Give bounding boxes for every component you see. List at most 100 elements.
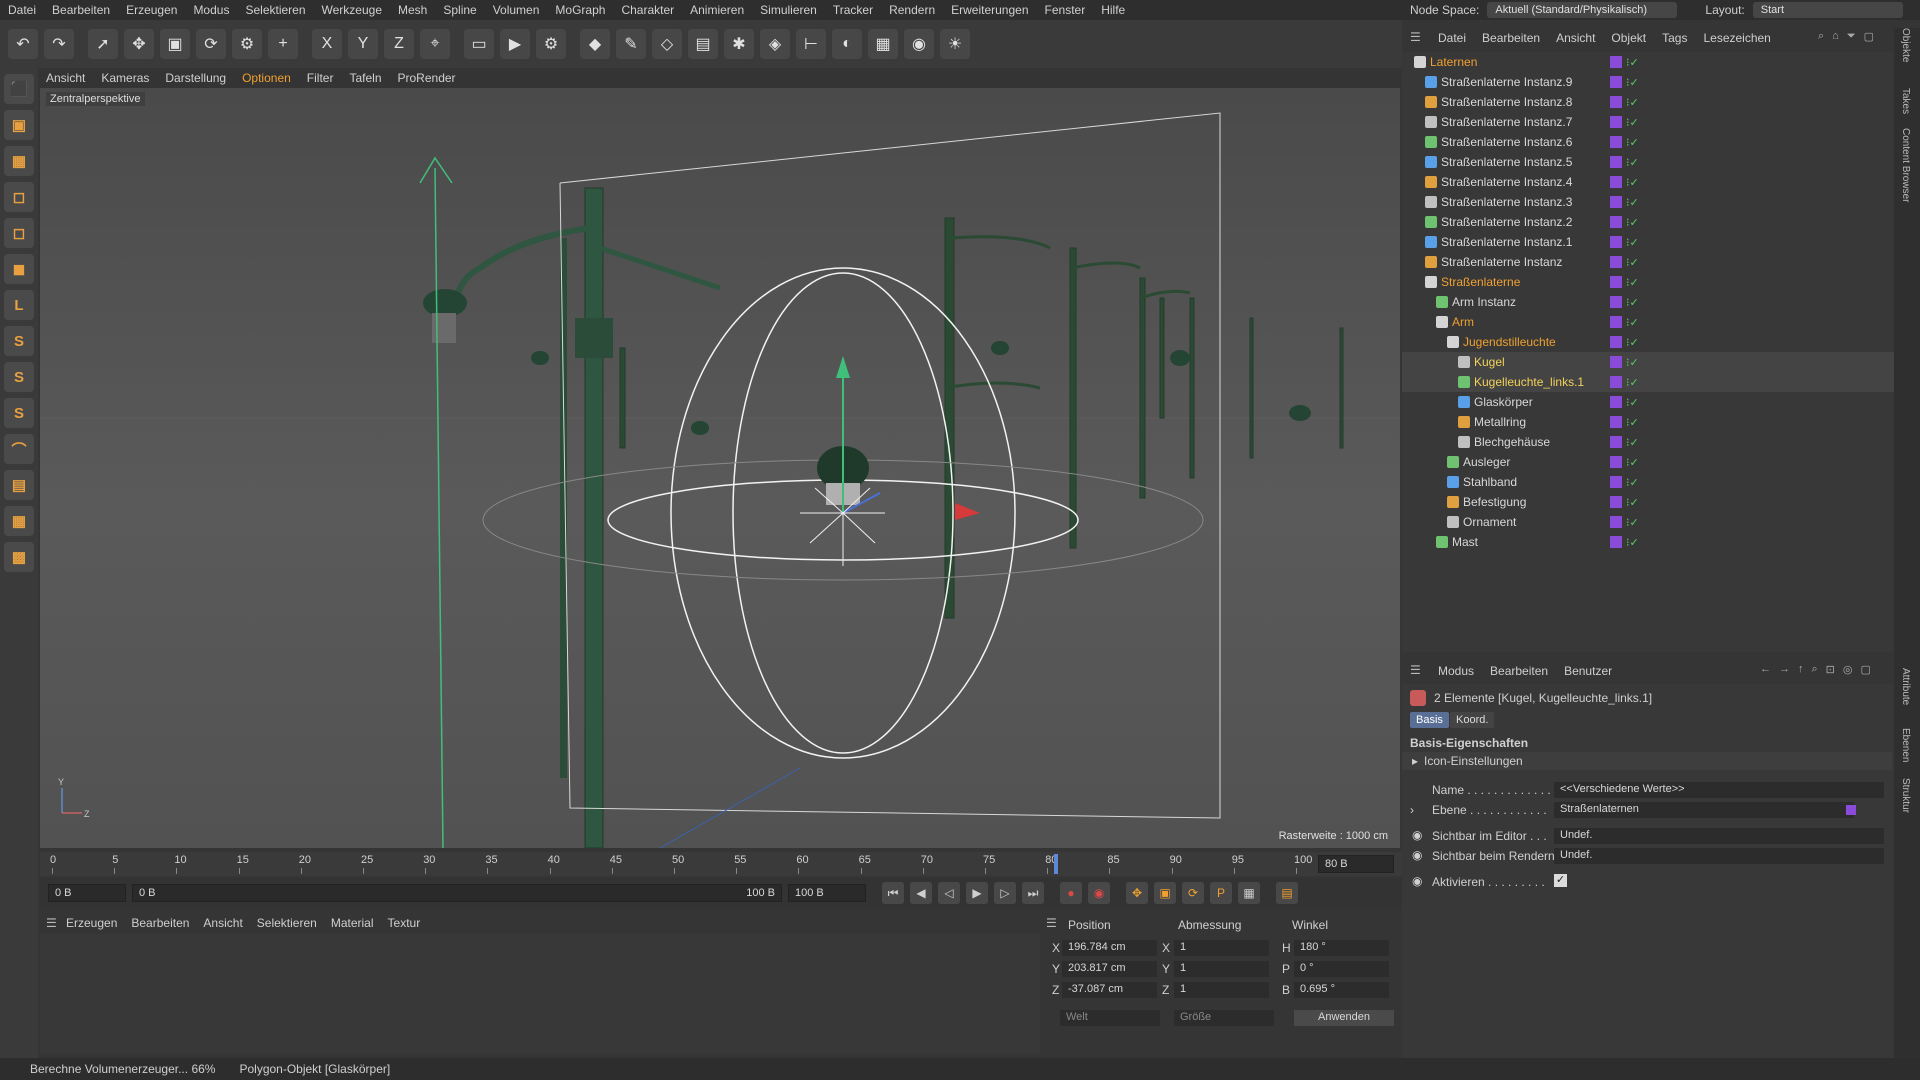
viewport-menu-item-6[interactable]: ProRender bbox=[398, 71, 456, 85]
object-row[interactable]: Kugelleuchte_links.1 ⁝✓ bbox=[1402, 372, 1894, 392]
snap-grid-icon[interactable]: S bbox=[4, 398, 34, 428]
key-position-icon[interactable]: ✥ bbox=[1126, 882, 1148, 904]
cloner-icon[interactable]: ✱ bbox=[724, 29, 754, 59]
menu-item-0[interactable]: Datei bbox=[8, 3, 36, 17]
object-row[interactable]: Arm ⁝✓ bbox=[1402, 312, 1894, 332]
autokey-icon[interactable]: ◉ bbox=[1088, 882, 1110, 904]
workplane-icon[interactable]: ▤ bbox=[4, 470, 34, 500]
visibility-check-icon[interactable]: ⁝✓ bbox=[1626, 296, 1639, 309]
attributes-hamburger-icon[interactable]: ☰ bbox=[1410, 663, 1421, 677]
menu-item-4[interactable]: Selektieren bbox=[245, 3, 305, 17]
object-row[interactable]: Straßenlaterne Instanz.1 ⁝✓ bbox=[1402, 232, 1894, 252]
visibility-check-icon[interactable]: ⁝✓ bbox=[1626, 496, 1639, 509]
layer-swatch[interactable] bbox=[1610, 516, 1622, 528]
position-field[interactable]: -37.087 cm bbox=[1062, 982, 1157, 998]
visibility-check-icon[interactable]: ⁝✓ bbox=[1626, 196, 1639, 209]
side-tab[interactable]: Attribute bbox=[1900, 668, 1911, 705]
layer-swatch[interactable] bbox=[1610, 256, 1622, 268]
visibility-check-icon[interactable]: ⁝✓ bbox=[1626, 236, 1639, 249]
size-field[interactable]: 1 bbox=[1174, 982, 1269, 998]
transform-tool-icon[interactable]: + bbox=[268, 29, 298, 59]
layer-swatch[interactable] bbox=[1610, 316, 1622, 328]
pen-icon[interactable]: ✎ bbox=[616, 29, 646, 59]
layer-swatch[interactable] bbox=[1610, 376, 1622, 388]
menu-item-10[interactable]: Charakter bbox=[621, 3, 674, 17]
snap-icon[interactable]: S bbox=[4, 326, 34, 356]
material-menu-item-0[interactable]: Erzeugen bbox=[66, 916, 117, 930]
visibility-check-icon[interactable]: ⁝✓ bbox=[1626, 56, 1639, 69]
layer-expand-icon[interactable]: › bbox=[1410, 803, 1414, 817]
record-icon[interactable]: ● bbox=[1060, 882, 1082, 904]
menu-item-3[interactable]: Modus bbox=[193, 3, 229, 17]
x-axis-icon[interactable]: X bbox=[312, 29, 342, 59]
layer-swatch[interactable] bbox=[1610, 416, 1622, 428]
goto-start-icon[interactable]: ⏮ bbox=[882, 882, 904, 904]
side-tab[interactable]: Ebenen bbox=[1900, 728, 1911, 762]
tab-basis[interactable]: Basis bbox=[1410, 712, 1449, 728]
back-arrow-icon[interactable]: ← bbox=[1760, 663, 1771, 676]
key-scale-icon[interactable]: ▣ bbox=[1154, 882, 1176, 904]
edge-mode-icon[interactable]: ◻ bbox=[4, 218, 34, 248]
next-key-icon[interactable]: ▷ bbox=[994, 882, 1016, 904]
layer-swatch[interactable] bbox=[1610, 136, 1622, 148]
menu-item-15[interactable]: Erweiterungen bbox=[951, 3, 1028, 17]
node-space-dropdown[interactable]: Aktuell (Standard/Physikalisch) bbox=[1487, 2, 1678, 18]
new-window-icon[interactable]: ▢ bbox=[1861, 663, 1871, 676]
visibility-check-icon[interactable]: ⁝✓ bbox=[1626, 76, 1639, 89]
viewport-menu-item-5[interactable]: Tafeln bbox=[349, 71, 381, 85]
coords-hamburger-icon[interactable]: ☰ bbox=[1046, 916, 1057, 930]
rotation-field[interactable]: 180 ° bbox=[1294, 940, 1389, 956]
make-editable-icon[interactable]: ⬛ bbox=[4, 74, 34, 104]
home-icon[interactable]: ⌂ bbox=[1832, 30, 1839, 43]
layer-swatch[interactable] bbox=[1610, 276, 1622, 288]
visibility-check-icon[interactable]: ⁝✓ bbox=[1626, 336, 1639, 349]
object-row[interactable]: Ausleger ⁝✓ bbox=[1402, 452, 1894, 472]
object-row[interactable]: Glaskörper ⁝✓ bbox=[1402, 392, 1894, 412]
start-frame-field[interactable]: 0 B bbox=[48, 884, 126, 902]
cube-icon[interactable]: ◆ bbox=[580, 29, 610, 59]
timeline-ruler[interactable]: 0 5 10 15 20 25 30 35 40 45 50 55 60 65 70 75 80 85 90 95 10… bbox=[40, 852, 1402, 876]
attributes-menu-item-2[interactable]: Benutzer bbox=[1564, 664, 1612, 678]
object-row[interactable]: Laternen ⁝✓ bbox=[1402, 52, 1894, 72]
menu-item-1[interactable]: Bearbeiten bbox=[52, 3, 110, 17]
icon-settings-row[interactable]: ▸ Icon-Einstellungen bbox=[1402, 752, 1892, 770]
editor-visibility-radio[interactable]: ◉ bbox=[1412, 828, 1422, 842]
menu-item-13[interactable]: Tracker bbox=[833, 3, 873, 17]
grid-icon[interactable]: ▦ bbox=[4, 506, 34, 536]
side-tab[interactable]: Content Browser bbox=[1900, 128, 1911, 202]
snap-settings-icon[interactable]: S bbox=[4, 362, 34, 392]
search-icon[interactable]: ⌕ bbox=[1818, 30, 1824, 43]
object-row[interactable]: Metallring ⁝✓ bbox=[1402, 412, 1894, 432]
layer-field[interactable]: Straßenlaternen bbox=[1554, 802, 1854, 818]
render-view-icon[interactable]: ▶ bbox=[500, 29, 530, 59]
tab-koord[interactable]: Koord. bbox=[1450, 712, 1495, 728]
mograph-icon[interactable]: ◈ bbox=[760, 29, 790, 59]
visibility-check-icon[interactable]: ⁝✓ bbox=[1626, 216, 1639, 229]
size-field[interactable]: 1 bbox=[1174, 961, 1269, 977]
scale-tool-icon[interactable]: ▣ bbox=[160, 29, 190, 59]
menu-item-5[interactable]: Werkzeuge bbox=[322, 3, 382, 17]
layer-swatch[interactable] bbox=[1610, 336, 1622, 348]
side-tab[interactable]: Struktur bbox=[1900, 778, 1911, 813]
search-icon[interactable]: ⌕ bbox=[1812, 663, 1818, 676]
object-row[interactable]: Straßenlaterne Instanz ⁝✓ bbox=[1402, 252, 1894, 272]
render-region-icon[interactable]: ▭ bbox=[464, 29, 494, 59]
hamburger-icon[interactable]: ☰ bbox=[46, 916, 57, 930]
visibility-check-icon[interactable]: ⁝✓ bbox=[1626, 176, 1639, 189]
objects-menu-item-4[interactable]: Tags bbox=[1662, 31, 1687, 45]
key-param-icon[interactable]: P bbox=[1210, 882, 1232, 904]
layer-swatch[interactable] bbox=[1610, 56, 1622, 68]
visibility-check-icon[interactable]: ⁝✓ bbox=[1626, 96, 1639, 109]
objects-menu-item-3[interactable]: Objekt bbox=[1611, 31, 1646, 45]
material-manager[interactable] bbox=[40, 934, 1040, 1054]
object-row[interactable]: Mast ⁝✓ bbox=[1402, 532, 1894, 552]
attributes-menu-item-1[interactable]: Bearbeiten bbox=[1490, 664, 1548, 678]
position-field[interactable]: 203.817 cm bbox=[1062, 961, 1157, 977]
select-tool-icon[interactable]: ➚ bbox=[88, 29, 118, 59]
viewport-menu-item-2[interactable]: Darstellung bbox=[165, 71, 226, 85]
rotate-tool-icon[interactable]: ⟳ bbox=[196, 29, 226, 59]
size-field[interactable]: 1 bbox=[1174, 940, 1269, 956]
coord-system-dropdown[interactable]: Welt bbox=[1060, 1010, 1160, 1026]
viewport-menu-item-0[interactable]: Ansicht bbox=[46, 71, 85, 85]
range-slider[interactable]: 0 B 100 B bbox=[132, 884, 782, 902]
